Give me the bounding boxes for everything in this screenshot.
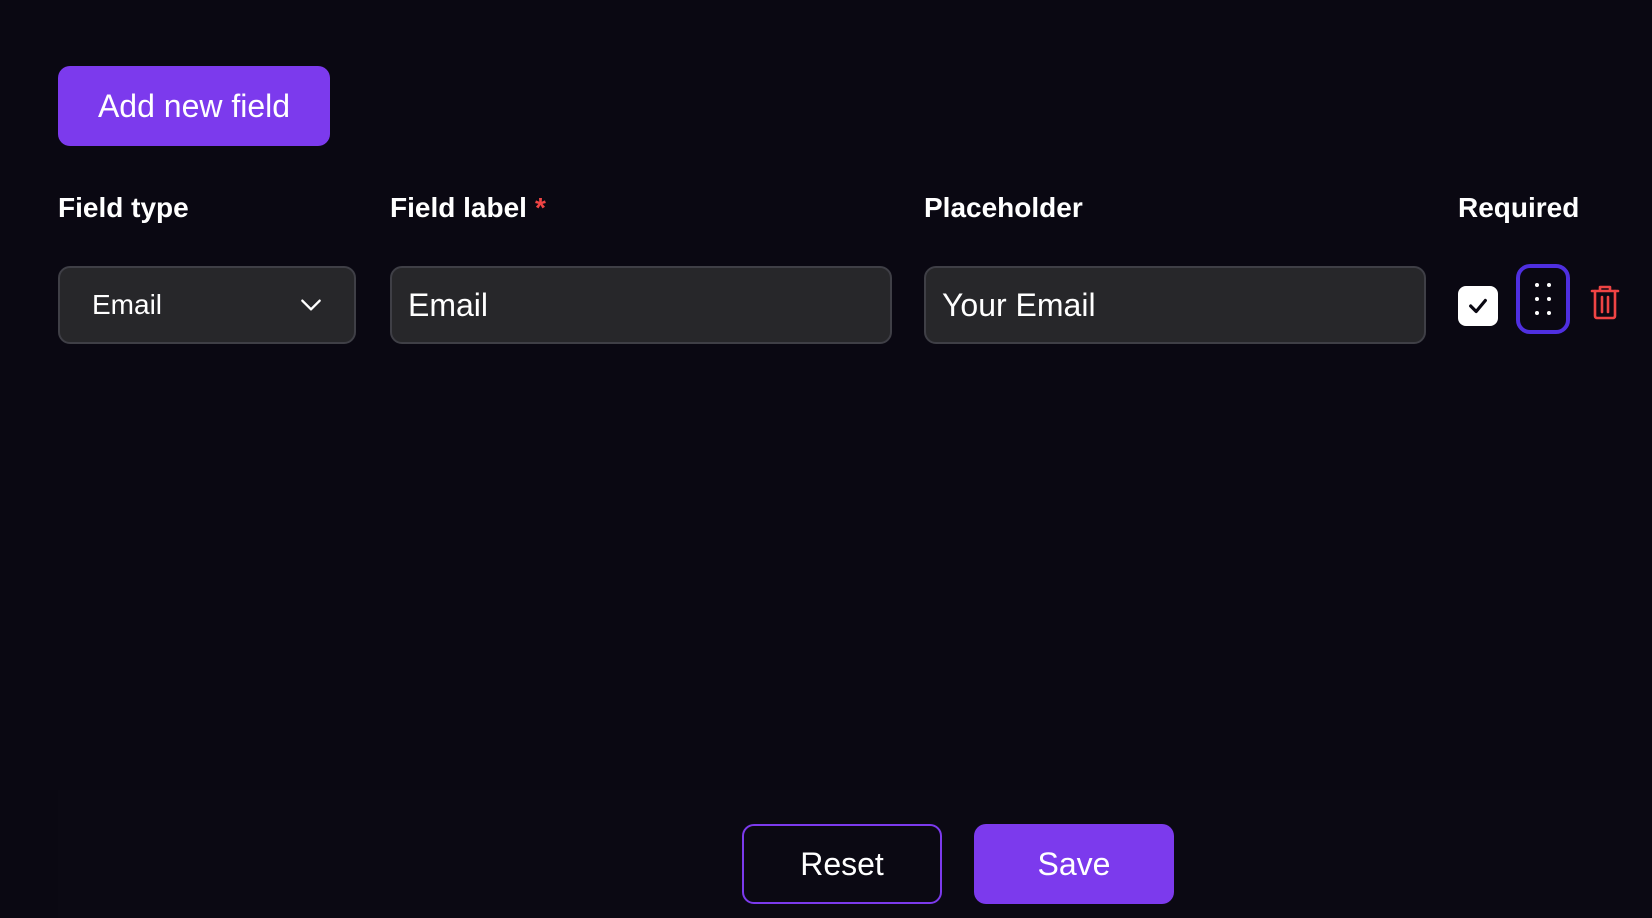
reset-button[interactable]: Reset [742, 824, 942, 904]
checkmark-icon [1469, 298, 1487, 314]
required-checkbox[interactable] [1458, 286, 1498, 326]
field-label-input[interactable] [390, 266, 892, 344]
field-label-header: Field label * [390, 192, 546, 224]
field-type-select[interactable]: Email [58, 266, 356, 344]
required-header: Required [1458, 192, 1580, 223]
required-asterisk: * [534, 192, 546, 223]
form-builder: Add new field Field type Field label * Pl… [0, 0, 1652, 918]
drag-handle-icon [1535, 283, 1551, 315]
delete-field-button[interactable] [1588, 282, 1622, 322]
placeholder-input[interactable] [924, 266, 1426, 344]
placeholder-header: Placeholder [924, 192, 1083, 223]
chevron-down-icon [301, 299, 321, 311]
add-new-field-button[interactable]: Add new field [58, 66, 330, 146]
field-type-header: Field type [58, 192, 189, 223]
trash-icon [1590, 285, 1620, 320]
field-label-header-text: Field label [390, 192, 527, 223]
field-type-value: Email [92, 289, 163, 320]
drag-handle[interactable] [1516, 264, 1570, 334]
save-button[interactable]: Save [974, 824, 1174, 904]
